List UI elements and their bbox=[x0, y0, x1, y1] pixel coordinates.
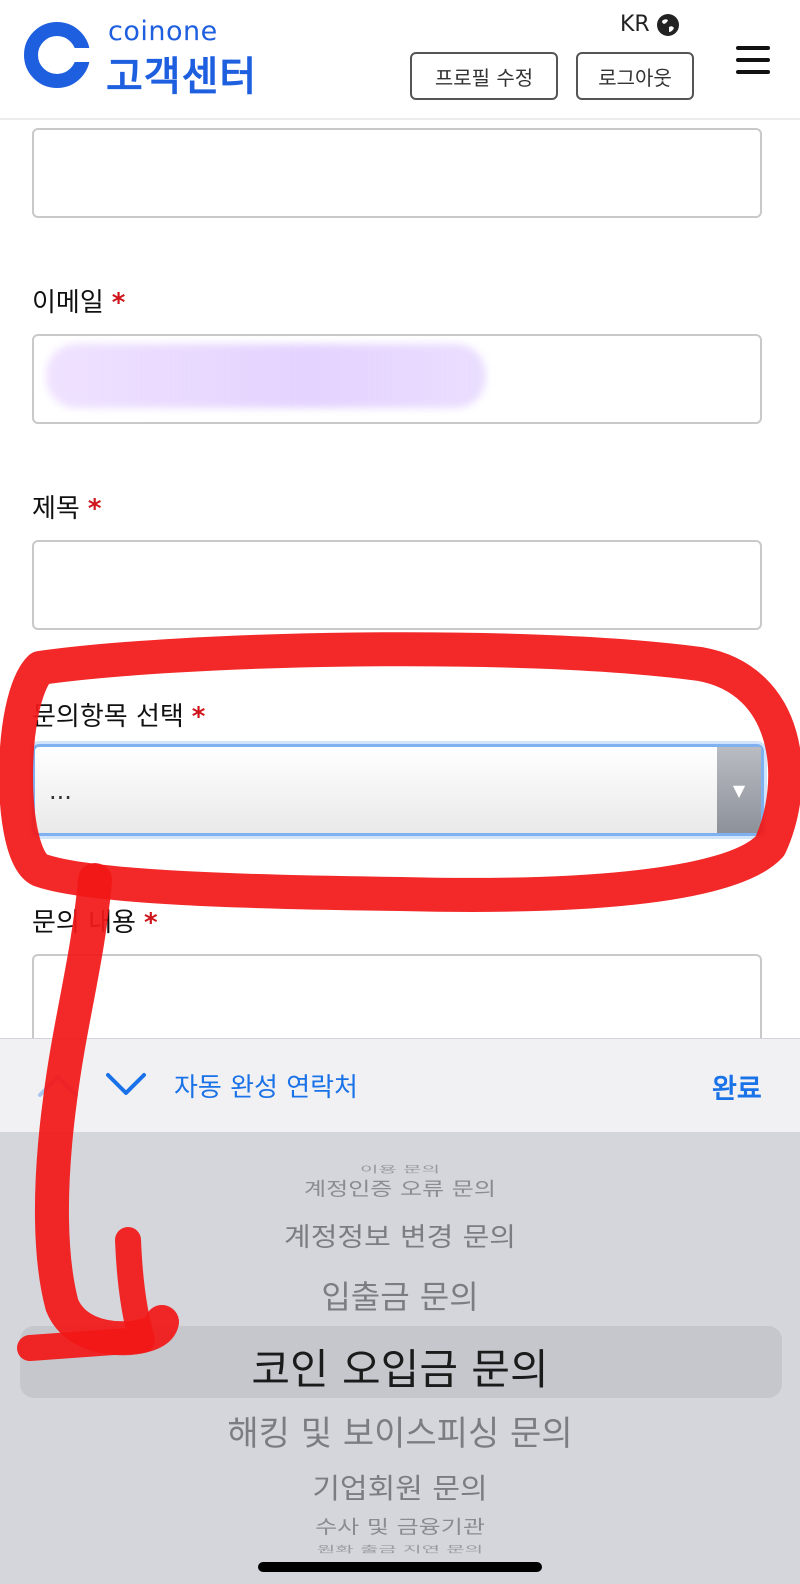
category-label: 문의항목 선택 * bbox=[32, 702, 206, 732]
logout-button[interactable]: 로그아웃 bbox=[576, 52, 694, 100]
app-header: coinone 고객센터 KR 프로필 수정 로그아웃 bbox=[0, 0, 800, 120]
done-button[interactable]: 완료 bbox=[712, 1067, 762, 1106]
brand-subtitle: 고객센터 bbox=[106, 54, 258, 100]
coinone-logo-icon[interactable] bbox=[22, 20, 92, 90]
picker-wheel[interactable]: 이용 문의 계정인증 오류 문의 계정정보 변경 문의 입출금 문의 코인 오입… bbox=[0, 1132, 800, 1584]
dropdown-arrow-icon: ▼ bbox=[717, 747, 761, 833]
subject-label: 제목 * bbox=[32, 494, 102, 524]
picker-option[interactable]: 기업회원 문의 bbox=[0, 1466, 800, 1506]
home-indicator bbox=[258, 1562, 542, 1572]
required-asterisk: * bbox=[111, 288, 126, 318]
language-selector[interactable]: KR bbox=[620, 12, 680, 37]
globe-icon bbox=[656, 13, 679, 36]
content-label: 문의 내용 * bbox=[32, 908, 158, 938]
required-asterisk: * bbox=[87, 494, 102, 524]
hamburger-menu-icon[interactable] bbox=[736, 46, 770, 76]
edit-profile-button[interactable]: 프로필 수정 bbox=[410, 52, 558, 100]
picker-option-selected[interactable]: 코인 오입금 문의 bbox=[0, 1336, 800, 1397]
required-asterisk: * bbox=[143, 908, 158, 938]
language-code: KR bbox=[620, 12, 650, 37]
picker-option[interactable]: 계정인증 오류 문의 bbox=[0, 1174, 800, 1201]
content-textarea[interactable] bbox=[32, 954, 762, 1044]
picker-option[interactable]: 해킹 및 보이스피싱 문의 bbox=[0, 1406, 800, 1455]
picker-option[interactable]: 입출금 문의 bbox=[0, 1272, 800, 1318]
subject-field[interactable] bbox=[32, 540, 762, 630]
email-label: 이메일 * bbox=[32, 288, 126, 318]
keyboard-accessory-bar: 자동 완성 연락처 완료 bbox=[0, 1038, 800, 1132]
picker-option[interactable]: 수사 및 금융기관 bbox=[0, 1512, 800, 1539]
name-field[interactable] bbox=[32, 128, 762, 218]
category-select[interactable]: ... ▼ bbox=[32, 744, 764, 836]
redacted-email-mask bbox=[46, 344, 486, 408]
chevron-down-icon[interactable] bbox=[104, 1069, 148, 1099]
required-asterisk: * bbox=[191, 702, 206, 732]
autofill-contacts-button[interactable]: 자동 완성 연락처 bbox=[174, 1067, 358, 1104]
chevron-up-icon[interactable] bbox=[36, 1069, 80, 1099]
brand-name: coinone bbox=[108, 16, 218, 47]
picker-option[interactable]: 계정정보 변경 문의 bbox=[0, 1216, 800, 1254]
picker-option[interactable]: 원화 출금 지연 문의 bbox=[0, 1542, 800, 1555]
category-select-value: ... bbox=[49, 777, 72, 805]
